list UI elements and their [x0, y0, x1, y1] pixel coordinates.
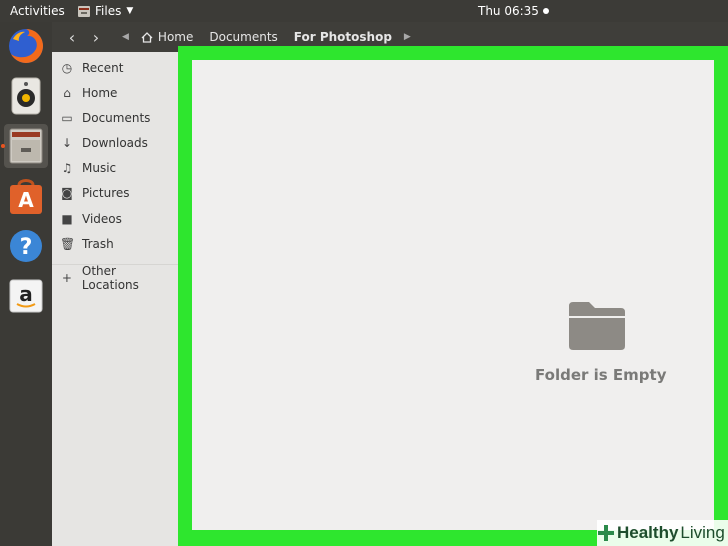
watermark: Healthy Living	[597, 520, 728, 546]
clock-icon: ◷	[61, 61, 73, 75]
document-icon: ▭	[61, 111, 73, 125]
forward-button[interactable]: ›	[84, 26, 108, 48]
chevron-right-icon: ›	[92, 27, 100, 47]
breadcrumb-current[interactable]: For Photoshop	[286, 26, 400, 48]
home-icon	[141, 31, 153, 43]
cross-logo-icon	[598, 525, 614, 541]
home-icon: ⌂	[63, 86, 71, 100]
sidebar-item-music[interactable]: ♫ Music	[60, 159, 176, 177]
sidebar-item-pictures[interactable]: ◙ Pictures	[60, 184, 176, 202]
firefox-icon[interactable]	[4, 24, 48, 68]
files-icon[interactable]	[1, 124, 48, 168]
sidebar-item-label: Recent	[82, 61, 124, 75]
trash-icon: 🗑	[60, 237, 76, 251]
breadcrumb-current-label: For Photoshop	[293, 30, 392, 44]
back-button[interactable]: ‹	[60, 26, 84, 48]
help-icon[interactable]: ?	[4, 224, 48, 268]
breadcrumb-home-label: Home	[157, 30, 194, 44]
sidebar-item-label: Music	[82, 161, 117, 175]
sidebar-item-other-locations[interactable]: + Other Locations	[60, 264, 176, 292]
software-center-icon[interactable]: A	[4, 174, 48, 218]
amazon-icon[interactable]: a	[4, 274, 48, 318]
notification-dot-icon	[542, 8, 549, 14]
file-view[interactable]	[192, 60, 714, 530]
sidebar-item-trash[interactable]: 🗑 Trash	[60, 235, 176, 253]
breadcrumb-home[interactable]: Home	[133, 26, 201, 48]
music-icon: ♫	[61, 161, 73, 175]
rhythmbox-icon[interactable]	[4, 74, 48, 118]
sidebar-item-label: Documents	[82, 111, 151, 125]
clock-label: Thu 06:35	[478, 4, 539, 18]
plus-icon: +	[61, 271, 72, 285]
watermark-brand-light: Living	[680, 523, 725, 542]
empty-folder-label: Folder is Empty	[535, 366, 667, 384]
sidebar-item-label: Trash	[82, 237, 114, 251]
camera-icon: ◙	[61, 186, 73, 200]
sidebar-item-label: Videos	[82, 212, 122, 226]
breadcrumb: ◀ Home Documents For Photoshop ▶	[118, 26, 415, 48]
app-menu[interactable]: Files ▼	[78, 4, 133, 18]
breadcrumb-documents-label: Documents	[209, 30, 278, 44]
svg-text:?: ?	[20, 235, 33, 260]
clock[interactable]: Thu 06:35	[478, 4, 549, 18]
download-icon: ↓	[61, 136, 73, 150]
sidebar-item-label: Downloads	[82, 136, 148, 150]
sidebar-item-label: Pictures	[82, 186, 130, 200]
activities-button[interactable]: Activities	[10, 4, 65, 18]
video-icon: ■	[61, 212, 73, 226]
sidebar: ◷ Recent ⌂ Home ▭ Documents ↓ Downloads …	[52, 52, 178, 546]
watermark-brand-bold: Healthy	[617, 523, 679, 542]
sidebar-item-downloads[interactable]: ↓ Downloads	[60, 134, 176, 152]
sidebar-item-documents[interactable]: ▭ Documents	[60, 109, 176, 127]
folder-icon	[569, 302, 625, 350]
breadcrumb-documents[interactable]: Documents	[201, 26, 285, 48]
sidebar-item-home[interactable]: ⌂ Home	[60, 84, 176, 102]
scroll-left-icon[interactable]: ◀	[118, 32, 133, 42]
sidebar-item-recent[interactable]: ◷ Recent	[60, 59, 176, 77]
running-indicator	[1, 144, 5, 148]
svg-text:A: A	[18, 188, 34, 212]
svg-text:a: a	[19, 282, 33, 306]
sidebar-item-label: Home	[82, 86, 118, 100]
chevron-left-icon: ‹	[68, 27, 76, 47]
app-menu-label: Files	[95, 4, 122, 18]
files-app-icon	[78, 5, 90, 17]
sidebar-item-videos[interactable]: ■ Videos	[60, 210, 176, 228]
chevron-down-icon: ▼	[126, 6, 134, 16]
dock: A ? a	[0, 22, 52, 546]
scroll-right-icon[interactable]: ▶	[400, 32, 415, 42]
top-bar: Activities Files ▼ Thu 06:35	[0, 0, 728, 22]
sidebar-item-label: Other Locations	[81, 264, 139, 292]
